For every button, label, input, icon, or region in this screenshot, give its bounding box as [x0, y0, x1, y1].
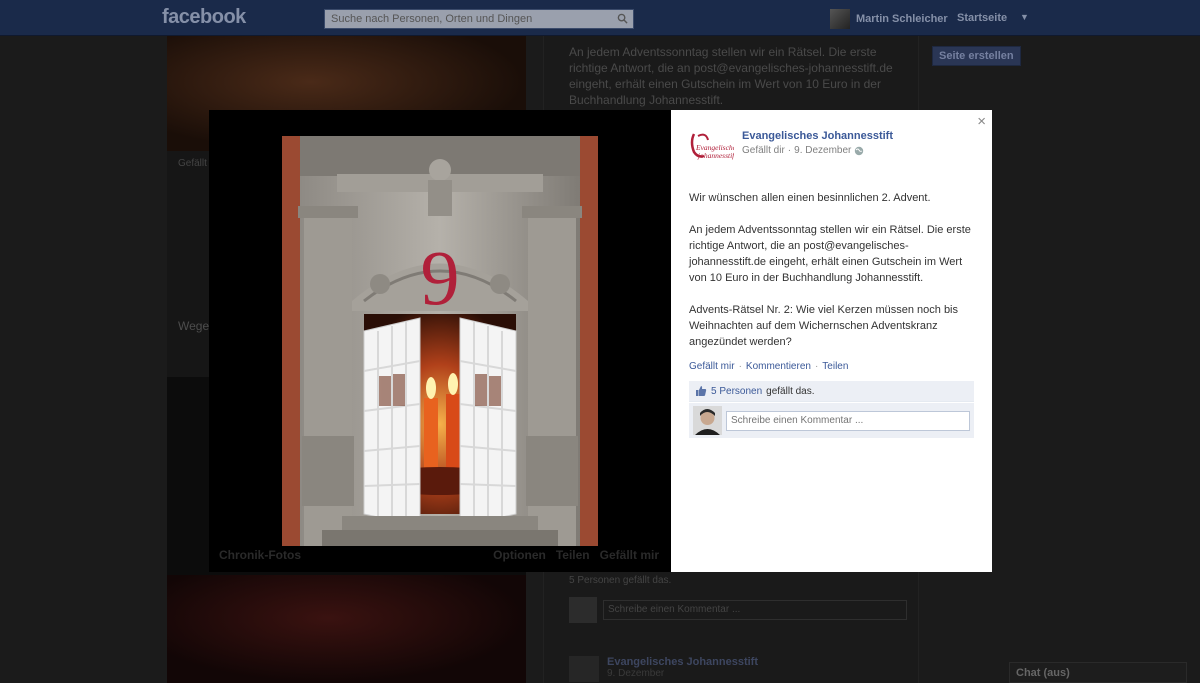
- post-text: Wir wünschen allen einen besinnlichen 2.…: [689, 190, 979, 366]
- search-icon[interactable]: [617, 13, 628, 24]
- comment-composer: [689, 403, 974, 438]
- facebook-logo[interactable]: facebook: [162, 6, 246, 29]
- comment-input[interactable]: [726, 410, 970, 431]
- liked-label[interactable]: Gefällt dir: [742, 145, 785, 156]
- chevron-down-icon[interactable]: ▼: [1020, 12, 1029, 22]
- avatar: [569, 597, 597, 623]
- search-input[interactable]: Suche nach Personen, Orten und Dingen: [324, 9, 634, 29]
- avatar: [693, 406, 722, 435]
- photo-stage: 9 Chronik-Fotos Optionen Teilen Gefällt …: [209, 110, 671, 572]
- home-link[interactable]: Startseite: [957, 12, 1007, 24]
- top-navigation-bar: facebook Suche nach Personen, Orten und …: [0, 0, 1200, 36]
- like-icon: [696, 386, 707, 396]
- avatar: [830, 9, 850, 29]
- page-name-link[interactable]: Evangelisches Johannesstift: [607, 656, 758, 668]
- post-date: 9. Dezember: [607, 668, 665, 679]
- door-number: 9: [421, 234, 460, 321]
- user-name: Martin Schleicher: [856, 13, 948, 25]
- svg-text:johannesstift: johannesstift: [697, 151, 734, 160]
- options-link[interactable]: Optionen: [493, 548, 546, 562]
- photo-details-panel: × Evangelische johannesstift Evangelisch…: [671, 110, 992, 572]
- like-button[interactable]: Gefällt mir: [689, 361, 735, 372]
- timeline-post-header: Evangelisches Johannesstift 9. Dezember: [569, 656, 758, 682]
- create-page-button[interactable]: Seite erstellen: [932, 46, 1021, 66]
- like-link[interactable]: Gefällt mir: [600, 548, 659, 562]
- timeline-likes-text: 5 Personen gefällt das.: [569, 575, 672, 586]
- timeline-post-text-right: An jedem Adventssonntag stellen wir ein …: [569, 45, 893, 107]
- post-paragraph: An jedem Adventssonntag stellen wir ein …: [689, 224, 971, 284]
- page-logo: [569, 656, 599, 682]
- photo-footer-actions: Optionen Teilen Gefällt mir: [493, 548, 659, 562]
- timeline-photo-bottom: [167, 575, 526, 683]
- timeline-photos-link[interactable]: Chronik-Fotos: [219, 548, 301, 562]
- chat-bar[interactable]: Chat (aus): [1009, 662, 1187, 683]
- page-logo[interactable]: Evangelische johannesstift: [688, 130, 734, 164]
- close-icon[interactable]: ×: [977, 113, 986, 130]
- post-meta: Gefällt dir · 9. Dezember: [742, 145, 864, 156]
- globe-icon: [855, 146, 864, 155]
- search-placeholder: Suche nach Personen, Orten und Dingen: [331, 13, 533, 25]
- timeline-comment-input[interactable]: Schreibe einen Kommentar ...: [603, 600, 907, 620]
- post-actions: Gefällt mir · Kommentieren · Teilen: [689, 361, 849, 372]
- profile-link[interactable]: Martin Schleicher: [830, 9, 948, 29]
- page-name-link[interactable]: Evangelisches Johannesstift: [742, 130, 893, 142]
- share-button[interactable]: Teilen: [822, 361, 848, 372]
- post-paragraph: Wir wünschen allen einen besinnlichen 2.…: [689, 192, 931, 204]
- post-paragraph: Advents-Rätsel Nr. 2: Wie viel Kerzen mü…: [689, 304, 959, 348]
- share-link[interactable]: Teilen: [556, 548, 590, 562]
- likes-suffix: gefällt das.: [766, 385, 815, 397]
- advent-door-photo: 9: [282, 136, 598, 546]
- comment-button[interactable]: Kommentieren: [746, 361, 811, 372]
- post-date[interactable]: 9. Dezember: [794, 145, 851, 156]
- likes-summary: 5 Personen gefällt das.: [689, 381, 974, 402]
- advent-door-image: 9: [282, 136, 598, 546]
- timeline-comment-row: Schreibe einen Kommentar ...: [569, 597, 907, 623]
- likes-count-link[interactable]: 5 Personen: [711, 386, 762, 397]
